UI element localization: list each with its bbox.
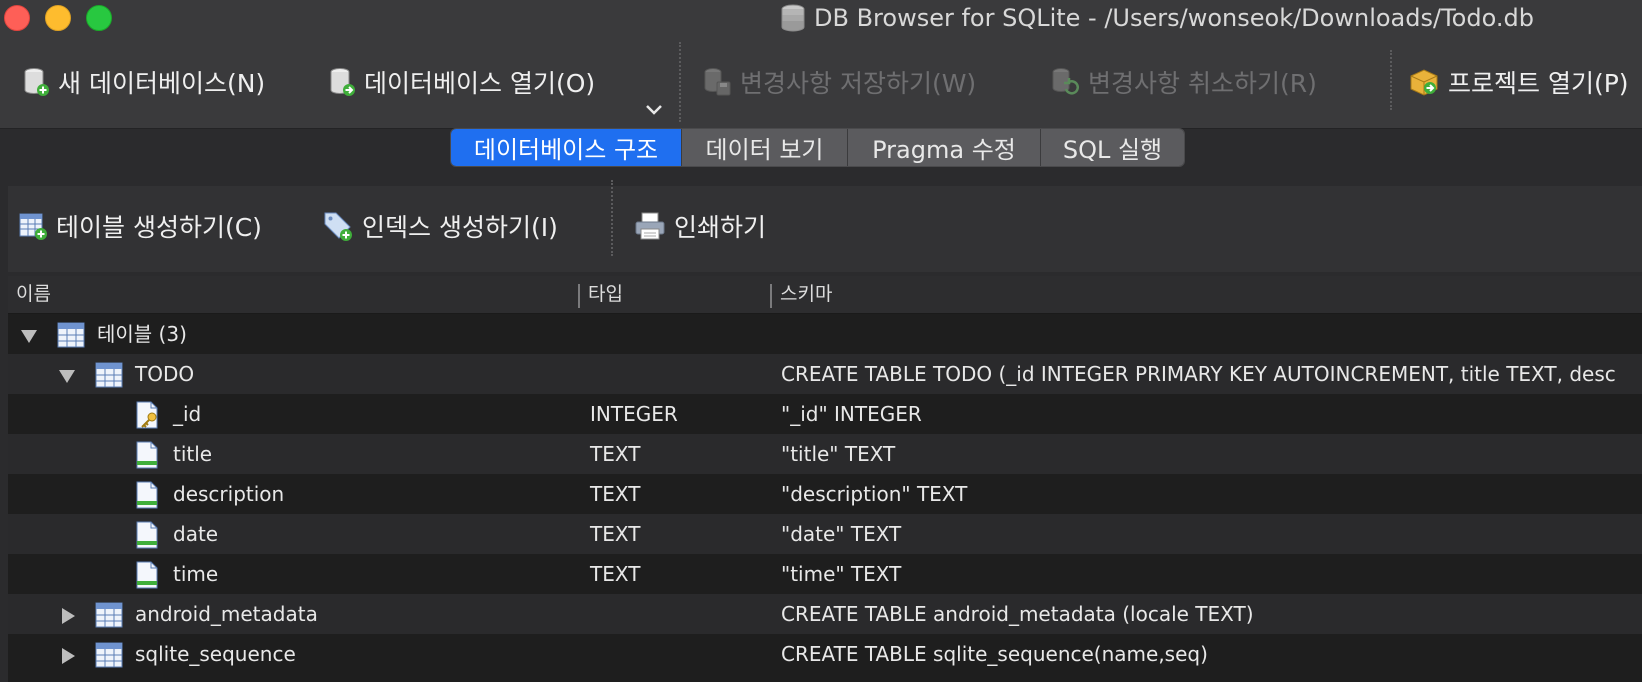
tab-label: 데이터 보기 xyxy=(705,136,824,164)
field-icon xyxy=(133,561,161,589)
save-changes-icon xyxy=(704,68,731,96)
column-header-name[interactable]: 이름 xyxy=(16,276,51,313)
window-title: DB Browser for SQLite - /Users/wonseok/D… xyxy=(814,4,1534,32)
save-changes-button[interactable]: 변경사항 저장하기(W) xyxy=(702,64,976,100)
revert-changes-label: 변경사항 취소하기(R) xyxy=(1088,69,1317,98)
table-icon xyxy=(95,641,123,669)
toolbar-separator xyxy=(679,42,681,122)
tab-database-structure[interactable]: 데이터베이스 구조 xyxy=(451,129,682,166)
tree-cell-name: title xyxy=(173,442,213,466)
window-chrome: DB Browser for SQLite - /Users/wonseok/D… xyxy=(0,0,1642,129)
create-table-icon xyxy=(19,213,47,240)
window-title-bar: DB Browser for SQLite - /Users/wonseok/D… xyxy=(780,2,1534,34)
traffic-lights xyxy=(4,5,112,31)
create-table-button[interactable]: 테이블 생성하기(C) xyxy=(18,208,262,244)
tree-cell-schema: "title" TEXT xyxy=(781,442,896,466)
tab-browse-data[interactable]: 데이터 보기 xyxy=(682,129,848,166)
table-group-icon xyxy=(57,321,85,349)
tree-cell-schema: CREATE TABLE sqlite_sequence(name,seq) xyxy=(781,642,1208,666)
create-index-button[interactable]: 인덱스 생성하기(I) xyxy=(322,208,558,244)
open-database-button[interactable]: 데이터베이스 열기(O) xyxy=(328,64,595,100)
column-divider[interactable] xyxy=(578,284,580,308)
tree-row-group[interactable]: 테이블 (3) xyxy=(8,314,1642,354)
tree-row-table[interactable]: TODO CREATE TABLE TODO (_id INTEGER PRIMA… xyxy=(8,354,1642,394)
tab-label: 데이터베이스 구조 xyxy=(473,136,659,164)
tree-rows: 테이블 (3) TODO CREATE TABLE TODO (_id INTEGE… xyxy=(8,314,1642,674)
database-stack-icon xyxy=(781,4,805,32)
tree-cell-name: date xyxy=(173,522,219,546)
tab-label: Pragma 수정 xyxy=(872,136,1016,164)
tree-row-field[interactable]: title TEXT "title" TEXT xyxy=(8,434,1642,474)
table-icon xyxy=(95,601,123,629)
tab-execute-sql[interactable]: SQL 실행 xyxy=(1041,129,1184,166)
tree-row-field[interactable]: time TEXT "time" TEXT xyxy=(8,554,1642,594)
save-changes-label: 변경사항 저장하기(W) xyxy=(740,69,977,98)
tree-cell-type: TEXT xyxy=(590,482,641,506)
new-database-icon xyxy=(24,68,49,96)
tree-cell-schema: CREATE TABLE TODO (_id INTEGER PRIMARY K… xyxy=(781,362,1616,386)
column-header-schema[interactable]: 스키마 xyxy=(780,276,832,313)
tree-cell-name: description xyxy=(173,482,285,506)
open-database-label: 데이터베이스 열기(O) xyxy=(364,69,596,98)
main-tab-bar: 데이터베이스 구조 데이터 보기 Pragma 수정 SQL 실행 xyxy=(450,128,1185,167)
tree-cell-type: TEXT xyxy=(590,522,641,546)
disclosure-collapsed-icon[interactable] xyxy=(58,606,76,624)
field-icon xyxy=(133,521,161,549)
tree-row-table[interactable]: sqlite_sequence CREATE TABLE sqlite_seque… xyxy=(8,634,1642,674)
tree-cell-schema: "time" TEXT xyxy=(781,562,902,586)
tree-cell-type: TEXT xyxy=(590,562,641,586)
tree-cell-name: sqlite_sequence xyxy=(135,642,296,666)
tree-cell-name: android_metadata xyxy=(135,602,318,626)
close-window-button[interactable] xyxy=(4,5,30,31)
tree-cell-name: time xyxy=(173,562,219,586)
tree-cell-type: TEXT xyxy=(590,442,641,466)
open-project-button[interactable]: 프로젝트 열기(P) xyxy=(1408,64,1629,100)
tree-row-field[interactable]: _id INTEGER "_id" INTEGER xyxy=(8,394,1642,434)
create-table-label: 테이블 생성하기(C) xyxy=(56,213,262,242)
tree-cell-name: _id xyxy=(173,402,202,426)
tree-cell-type: INTEGER xyxy=(590,402,678,426)
field-icon xyxy=(133,441,161,469)
print-label: 인쇄하기 xyxy=(674,213,767,242)
field-icon xyxy=(133,481,161,509)
tree-cell-name: 테이블 (3) xyxy=(97,322,187,346)
tree-cell-name: TODO xyxy=(135,362,195,386)
revert-changes-icon xyxy=(1052,68,1079,95)
disclosure-expanded-icon[interactable] xyxy=(58,366,76,384)
printer-icon xyxy=(635,212,665,240)
open-project-icon xyxy=(1410,69,1438,96)
create-index-tag-icon xyxy=(324,212,352,241)
structure-toolbar: 테이블 생성하기(C) 인덱스 생성하기(I) 인쇄하기 xyxy=(8,180,1642,272)
new-database-button[interactable]: 새 데이터베이스(N) xyxy=(22,64,265,100)
create-index-label: 인덱스 생성하기(I) xyxy=(362,213,558,242)
open-project-label: 프로젝트 열기(P) xyxy=(1448,69,1629,98)
column-header-type[interactable]: 타입 xyxy=(588,276,623,313)
tree-row-field[interactable]: description TEXT "description" TEXT xyxy=(8,474,1642,514)
column-divider[interactable] xyxy=(770,284,772,308)
disclosure-collapsed-icon[interactable] xyxy=(58,646,76,664)
primary-key-field-icon xyxy=(133,401,161,429)
tree-cell-schema: "_id" INTEGER xyxy=(781,402,922,426)
tree-row-table[interactable]: android_metadata CREATE TABLE android_met… xyxy=(8,594,1642,634)
chevron-down-icon[interactable] xyxy=(645,104,663,116)
schema-tree-view[interactable]: 이름 타입 스키마 테이블 (3) TODO CREATE TABLE TODO (… xyxy=(8,276,1642,682)
tab-label: SQL 실행 xyxy=(1062,136,1163,164)
tree-cell-schema: "date" TEXT xyxy=(781,522,902,546)
minimize-window-button[interactable] xyxy=(45,5,71,31)
new-database-label: 새 데이터베이스(N) xyxy=(58,69,266,98)
tab-edit-pragmas[interactable]: Pragma 수정 xyxy=(848,129,1041,166)
tree-cell-schema: "description" TEXT xyxy=(781,482,968,506)
maximize-window-button[interactable] xyxy=(86,5,112,31)
table-icon xyxy=(95,361,123,389)
toolbar-separator xyxy=(1390,50,1392,110)
tree-row-field[interactable]: date TEXT "date" TEXT xyxy=(8,514,1642,554)
tree-header: 이름 타입 스키마 xyxy=(8,276,1642,314)
print-button[interactable]: 인쇄하기 xyxy=(634,208,766,244)
toolbar-separator xyxy=(611,180,613,256)
revert-changes-button[interactable]: 변경사항 취소하기(R) xyxy=(1050,64,1317,100)
tree-cell-schema: CREATE TABLE android_metadata (locale TE… xyxy=(781,602,1254,626)
disclosure-expanded-icon[interactable] xyxy=(20,326,38,344)
open-database-icon xyxy=(330,68,355,96)
